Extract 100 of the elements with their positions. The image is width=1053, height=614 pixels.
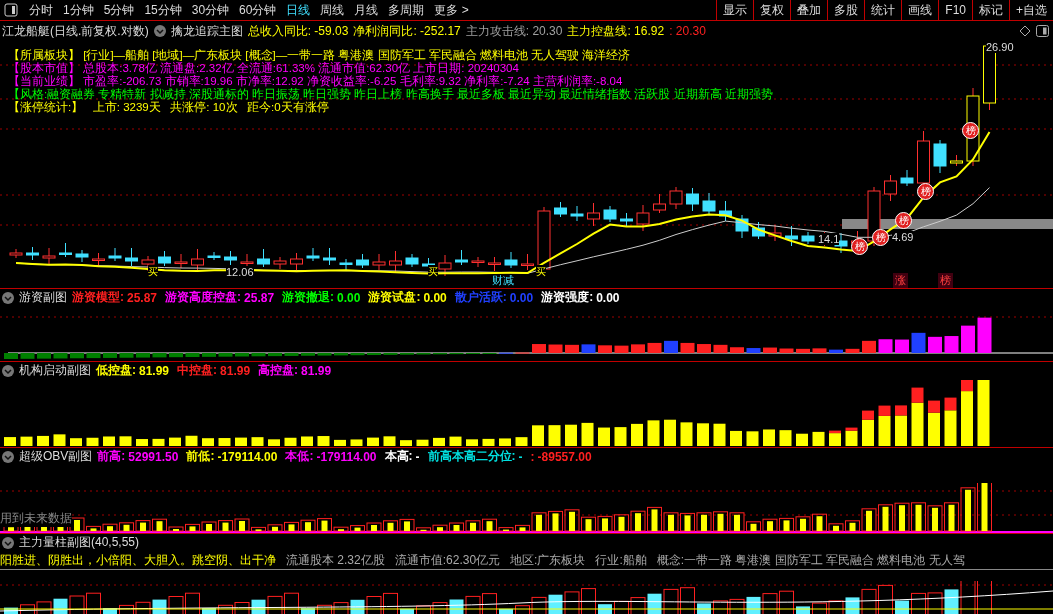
candlestick xyxy=(636,204,650,232)
candlestick xyxy=(26,246,39,261)
candlestick xyxy=(521,253,534,271)
stock-title: 江龙船艇(日线.前复权.对数) xyxy=(2,22,149,40)
stock-info-line: 【涨停统计:】 上市: 3239天 共涨停: 10次 距今:0天有涨停 xyxy=(8,101,330,114)
candlestick xyxy=(438,254,452,277)
indicator-value: : 20.30 xyxy=(669,24,706,38)
candlestick xyxy=(950,154,963,167)
indicator-value: - xyxy=(518,449,523,464)
indicator-value: 主力攻击线: 20.30 xyxy=(465,22,563,40)
period-tab[interactable]: 30分钟 xyxy=(186,1,235,19)
chevron-down-icon[interactable] xyxy=(2,536,14,549)
candlestick xyxy=(125,247,138,267)
candlestick xyxy=(933,139,947,174)
chevron-down-icon[interactable] xyxy=(2,450,14,463)
candlestick xyxy=(669,186,683,210)
indicator-value: 0.00 xyxy=(509,290,534,305)
stock-info-line: 【股本市值】 总股本:3.78亿 流通盘:2.32亿 全流通:61.33% 流通市值:62.30亿 上市日期: 20240304 xyxy=(8,62,520,75)
candlestick xyxy=(504,251,518,269)
candlestick xyxy=(75,249,89,263)
candlestick xyxy=(207,251,221,261)
stock-fact: 地区:广东板块 xyxy=(510,551,586,569)
indicator-label: 散户活跃: xyxy=(454,289,507,306)
period-tab[interactable]: 5分钟 xyxy=(98,1,140,19)
candlestick xyxy=(92,252,105,268)
period-tab[interactable]: 更多 > xyxy=(429,1,474,19)
chevron-down-icon[interactable] xyxy=(2,364,14,377)
indicator-value: -179114.00 xyxy=(217,449,278,464)
stock-info-line: 【当前业绩】 市盈率:-206.73 市销率:19.96 市净率:12.92 净资收益率:-6.25 毛利率:9.32 净利率:-7.24 主营利润率:-8.04 xyxy=(8,75,624,88)
indicator-label: 游资强度: xyxy=(541,289,594,306)
candlestick xyxy=(653,193,666,214)
indicator-label: 游资撤退: xyxy=(282,289,335,306)
candlestick xyxy=(372,253,386,271)
price-label: 26.90 xyxy=(986,41,1014,53)
candlestick xyxy=(768,224,782,242)
price-label: 12.06 xyxy=(226,266,254,278)
candlestick xyxy=(306,247,320,262)
indicator-value: 81.99 xyxy=(220,363,251,378)
candlestick xyxy=(900,169,914,187)
indicator-value: -89557.00 xyxy=(537,449,592,464)
candlestick xyxy=(554,201,567,218)
candlestick xyxy=(620,212,633,227)
panel-title: 机构启动副图 xyxy=(19,362,91,379)
candlestick xyxy=(702,192,716,215)
indicator-value: 81.99 xyxy=(301,363,332,378)
stock-fact: 流通市值:62.30亿元 xyxy=(394,551,501,569)
panel-title: 主力量柱副图(40,5,55) xyxy=(19,534,140,551)
candlestick xyxy=(735,214,749,239)
indicator-label: 游资试盘: xyxy=(368,289,421,306)
indicator-label: 低控盘: xyxy=(96,362,136,379)
indicator-value: 总收入同比: -59.03 xyxy=(247,22,349,40)
event-label: 财减 xyxy=(492,273,514,288)
period-tab[interactable]: 15分钟 xyxy=(139,1,187,19)
period-tab[interactable]: 1分钟 xyxy=(58,1,99,19)
indicator-value: 0.00 xyxy=(337,290,361,305)
indicator-label: 高控盘: xyxy=(258,362,299,379)
candlestick xyxy=(719,200,732,222)
ranking-badge: 榜 xyxy=(917,183,934,200)
warning-note: 用到未来数据 xyxy=(0,510,72,527)
candlestick xyxy=(323,247,336,266)
period-tab[interactable]: 多周期 xyxy=(383,1,430,19)
candlestick xyxy=(785,225,798,247)
diamond-icon[interactable] xyxy=(1019,25,1031,37)
candlestick xyxy=(290,252,303,272)
candlestick xyxy=(339,258,353,271)
candlestick xyxy=(273,256,287,270)
chevron-down-icon[interactable] xyxy=(2,291,14,304)
stock-info-line: 【风格:融资融券 专精特新 拟减持 深股通标的 昨日振荡 昨日强势 昨日上榜 昨高换手 最近多板 最近异动 最近情绪指数 活跃股 近期新高 近期强势 xyxy=(8,88,774,101)
indicator-label: : xyxy=(530,449,535,464)
buy-marker: 买 xyxy=(148,265,158,279)
candlestick xyxy=(405,253,419,268)
period-tab[interactable]: 月线 xyxy=(349,1,384,19)
stock-info-line: 【所属板块】 [行业]—船舶 [地域]—广东板块 [概念]—一带一路 粤港澳 国防军工 军民融合 燃料电池 无人驾驶 海洋经济 xyxy=(8,49,632,62)
candlestick xyxy=(587,202,600,227)
period-tab[interactable]: 日线 xyxy=(281,1,316,19)
indicator-value: 81.99 xyxy=(139,363,170,378)
indicator-value: 25.87 xyxy=(127,290,158,305)
candlestick xyxy=(471,256,485,268)
panel-toggle-icon[interactable] xyxy=(1036,25,1049,37)
chevron-down-icon[interactable] xyxy=(153,25,166,37)
indicator-label: 前高本高二分位: xyxy=(427,448,516,465)
indicator-label: 本高: xyxy=(384,448,413,465)
stock-fact: 概念:一带一路 粤港澳 国防军工 军民融合 燃料电池 无人驾 xyxy=(656,551,965,569)
indicator-value: -179114.00 xyxy=(316,449,377,464)
period-tab[interactable]: 周线 xyxy=(315,1,350,19)
indicator-name: 擒龙追踪主图 xyxy=(170,22,243,40)
candlestick xyxy=(158,250,171,267)
candlestick xyxy=(752,221,765,240)
indicator-label: 中控盘: xyxy=(177,362,218,379)
candlestick xyxy=(224,250,237,266)
indicator-value: 0.00 xyxy=(423,290,447,305)
period-tab[interactable]: 分时 xyxy=(24,1,58,19)
sidebar-toggle-icon[interactable] xyxy=(4,3,18,17)
indicator-label: 本低: xyxy=(285,448,314,465)
buy-marker: 买 xyxy=(428,265,438,279)
period-tab[interactable]: 60分钟 xyxy=(234,1,282,19)
stock-fact: 流通股本 2.32亿股 xyxy=(286,551,385,569)
indicator-value: 52991.50 xyxy=(128,449,179,464)
candlestick xyxy=(42,247,56,266)
indicator-value: 主力控盘线: 16.92 xyxy=(567,22,665,40)
